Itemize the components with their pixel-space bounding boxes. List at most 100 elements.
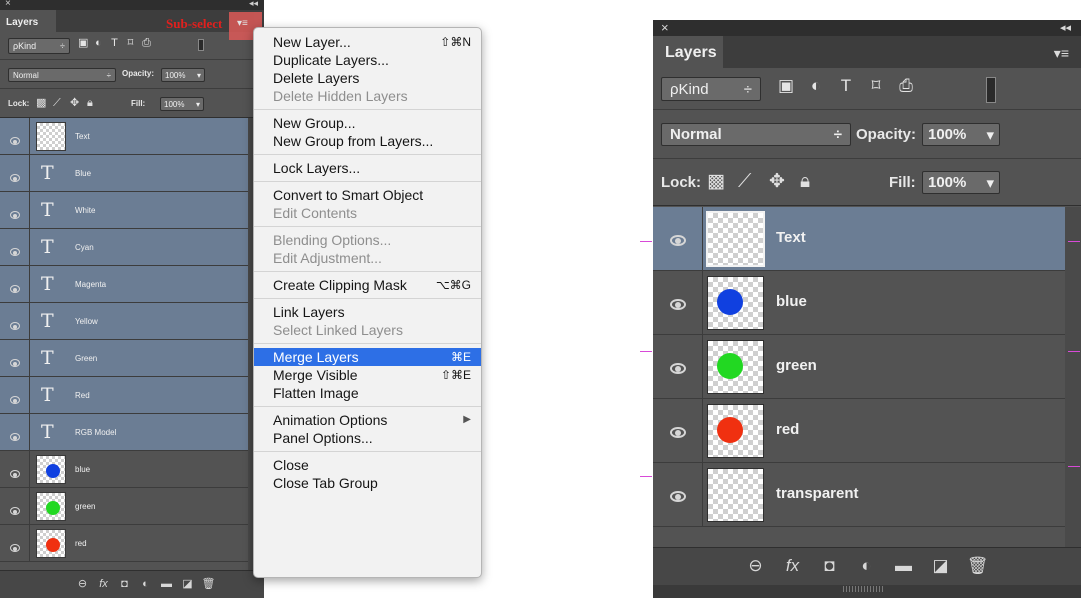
adjustment-layer-icon[interactable]: ◐ <box>848 556 885 576</box>
visibility-toggle[interactable] <box>0 155 30 192</box>
layer-row[interactable]: blue <box>0 451 264 488</box>
trash-icon[interactable]: 🗑︎ <box>198 577 219 590</box>
resize-grip[interactable] <box>843 586 883 592</box>
link-icon[interactable]: ⊖ <box>737 556 774 576</box>
eye-icon[interactable] <box>10 211 20 219</box>
lock-brush-icon[interactable]: ⟋ <box>738 171 769 193</box>
eye-icon[interactable] <box>10 396 20 404</box>
menu-item-animation-options[interactable]: Animation Options ▶ <box>254 411 481 429</box>
type-icon[interactable]: T <box>831 76 861 96</box>
layer-row[interactable]: green <box>0 488 264 525</box>
layer-row[interactable]: T Magenta <box>0 266 264 303</box>
menu-item-new-group[interactable]: New Group... <box>254 114 481 132</box>
lock-transparency-icon[interactable]: ▩ <box>36 96 53 109</box>
lock-move-icon[interactable]: ✥ <box>769 170 800 193</box>
fx-icon[interactable]: fx <box>774 556 811 576</box>
eye-icon[interactable] <box>10 359 20 367</box>
filter-kind-select[interactable]: ρKind ÷ <box>8 38 70 54</box>
fill-field[interactable]: 100% ▾ <box>160 97 204 111</box>
eye-icon[interactable] <box>10 174 20 182</box>
shape-icon[interactable]: ⌑ <box>126 36 142 49</box>
layer-row[interactable]: T White <box>0 192 264 229</box>
eye-icon[interactable] <box>10 507 20 515</box>
new-layer-icon[interactable]: ◪ <box>922 556 959 576</box>
smart-object-icon[interactable]: ⎙ <box>142 37 158 50</box>
eye-icon[interactable] <box>670 427 686 438</box>
visibility-toggle[interactable] <box>653 463 703 527</box>
visibility-toggle[interactable] <box>653 335 703 399</box>
opacity-field[interactable]: 100% ▾ <box>161 68 205 82</box>
menu-item-merge-layers[interactable]: Merge Layers ⌘E <box>254 348 481 366</box>
menu-item-convert-to-smart-object[interactable]: Convert to Smart Object <box>254 186 481 204</box>
menu-item-close[interactable]: Close <box>254 456 481 474</box>
visibility-toggle[interactable] <box>0 340 30 377</box>
opacity-field[interactable]: 100% ▾ <box>922 123 1000 146</box>
layer-row[interactable]: T Cyan <box>0 229 264 266</box>
visibility-toggle[interactable] <box>0 118 30 155</box>
chevron-down-icon[interactable]: ▾ <box>196 100 200 109</box>
tab-layers[interactable]: Layers <box>0 10 56 32</box>
menu-item-new-group-from-layers[interactable]: New Group from Layers... <box>254 132 481 150</box>
visibility-toggle[interactable] <box>0 377 30 414</box>
layer-row[interactable]: transparent <box>653 463 1081 527</box>
visibility-toggle[interactable] <box>0 525 30 562</box>
lock-transparency-icon[interactable]: ▩ <box>707 170 738 193</box>
eye-icon[interactable] <box>10 248 20 256</box>
visibility-toggle[interactable] <box>0 303 30 340</box>
layer-row[interactable]: red <box>0 525 264 562</box>
blend-mode-select[interactable]: Normal ÷ <box>661 123 851 146</box>
trash-icon[interactable]: 🗑︎ <box>959 556 996 576</box>
tab-layers[interactable]: Layers <box>653 36 723 68</box>
visibility-toggle[interactable] <box>0 451 30 488</box>
scrollbar[interactable] <box>1065 207 1081 547</box>
collapse-icon[interactable]: ◂◂ <box>249 0 258 9</box>
lock-all-icon[interactable]: 🔒︎ <box>800 171 831 193</box>
eye-icon[interactable] <box>670 299 686 310</box>
adjustment-layer-icon[interactable]: ◐ <box>135 578 156 590</box>
mask-icon[interactable]: ◘ <box>811 556 848 576</box>
eye-icon[interactable] <box>10 433 20 441</box>
filter-toggle-switch[interactable] <box>198 39 204 51</box>
menu-item-panel-options[interactable]: Panel Options... <box>254 429 481 447</box>
close-icon[interactable]: × <box>661 20 669 35</box>
menu-item-duplicate-layers[interactable]: Duplicate Layers... <box>254 51 481 69</box>
menu-item-flatten-image[interactable]: Flatten Image <box>254 384 481 402</box>
eye-icon[interactable] <box>10 285 20 293</box>
layer-row[interactable]: T Red <box>0 377 264 414</box>
visibility-toggle[interactable] <box>0 488 30 525</box>
chevron-down-icon[interactable]: ▾ <box>197 71 201 80</box>
image-icon[interactable]: ▣ <box>771 76 801 96</box>
fx-icon[interactable]: fx <box>93 578 114 590</box>
layer-row[interactable]: T Blue <box>0 155 264 192</box>
filter-toggle-switch[interactable] <box>986 77 996 103</box>
eye-icon[interactable] <box>670 491 686 502</box>
layer-row[interactable]: T Green <box>0 340 264 377</box>
chevron-down-icon[interactable]: ▾ <box>986 174 994 192</box>
adjustment-icon[interactable]: ◐ <box>94 37 110 49</box>
folder-icon[interactable]: ▬ <box>885 556 922 576</box>
eye-icon[interactable] <box>670 363 686 374</box>
lock-all-icon[interactable]: 🔒︎ <box>87 97 104 110</box>
collapse-icon[interactable]: ◂◂ <box>1060 21 1071 34</box>
layer-row[interactable]: T Yellow <box>0 303 264 340</box>
menu-item-create-clipping-mask[interactable]: Create Clipping Mask ⌥⌘G <box>254 276 481 294</box>
type-icon[interactable]: T <box>110 37 126 49</box>
visibility-toggle[interactable] <box>0 266 30 303</box>
visibility-toggle[interactable] <box>653 207 703 271</box>
eye-icon[interactable] <box>670 235 686 246</box>
layer-row[interactable]: red <box>653 399 1081 463</box>
menu-item-delete-layers[interactable]: Delete Layers <box>254 69 481 87</box>
chevron-down-icon[interactable]: ▾ <box>986 126 994 144</box>
panel-menu-icon[interactable]: ▾≡ <box>1054 45 1069 62</box>
lock-brush-icon[interactable]: ⟋ <box>53 97 70 110</box>
eye-icon[interactable] <box>10 137 20 145</box>
visibility-toggle[interactable] <box>0 192 30 229</box>
lock-move-icon[interactable]: ✥ <box>70 96 87 109</box>
menu-item-new-layer[interactable]: New Layer... ⇧⌘N <box>254 33 481 51</box>
blend-mode-select[interactable]: Normal ÷ <box>8 68 116 82</box>
menu-item-lock-layers[interactable]: Lock Layers... <box>254 159 481 177</box>
adjustment-icon[interactable]: ◐ <box>801 76 831 96</box>
menu-item-link-layers[interactable]: Link Layers <box>254 303 481 321</box>
menu-item-close-tab-group[interactable]: Close Tab Group <box>254 474 481 492</box>
smart-object-icon[interactable]: ⎙ <box>891 76 921 96</box>
